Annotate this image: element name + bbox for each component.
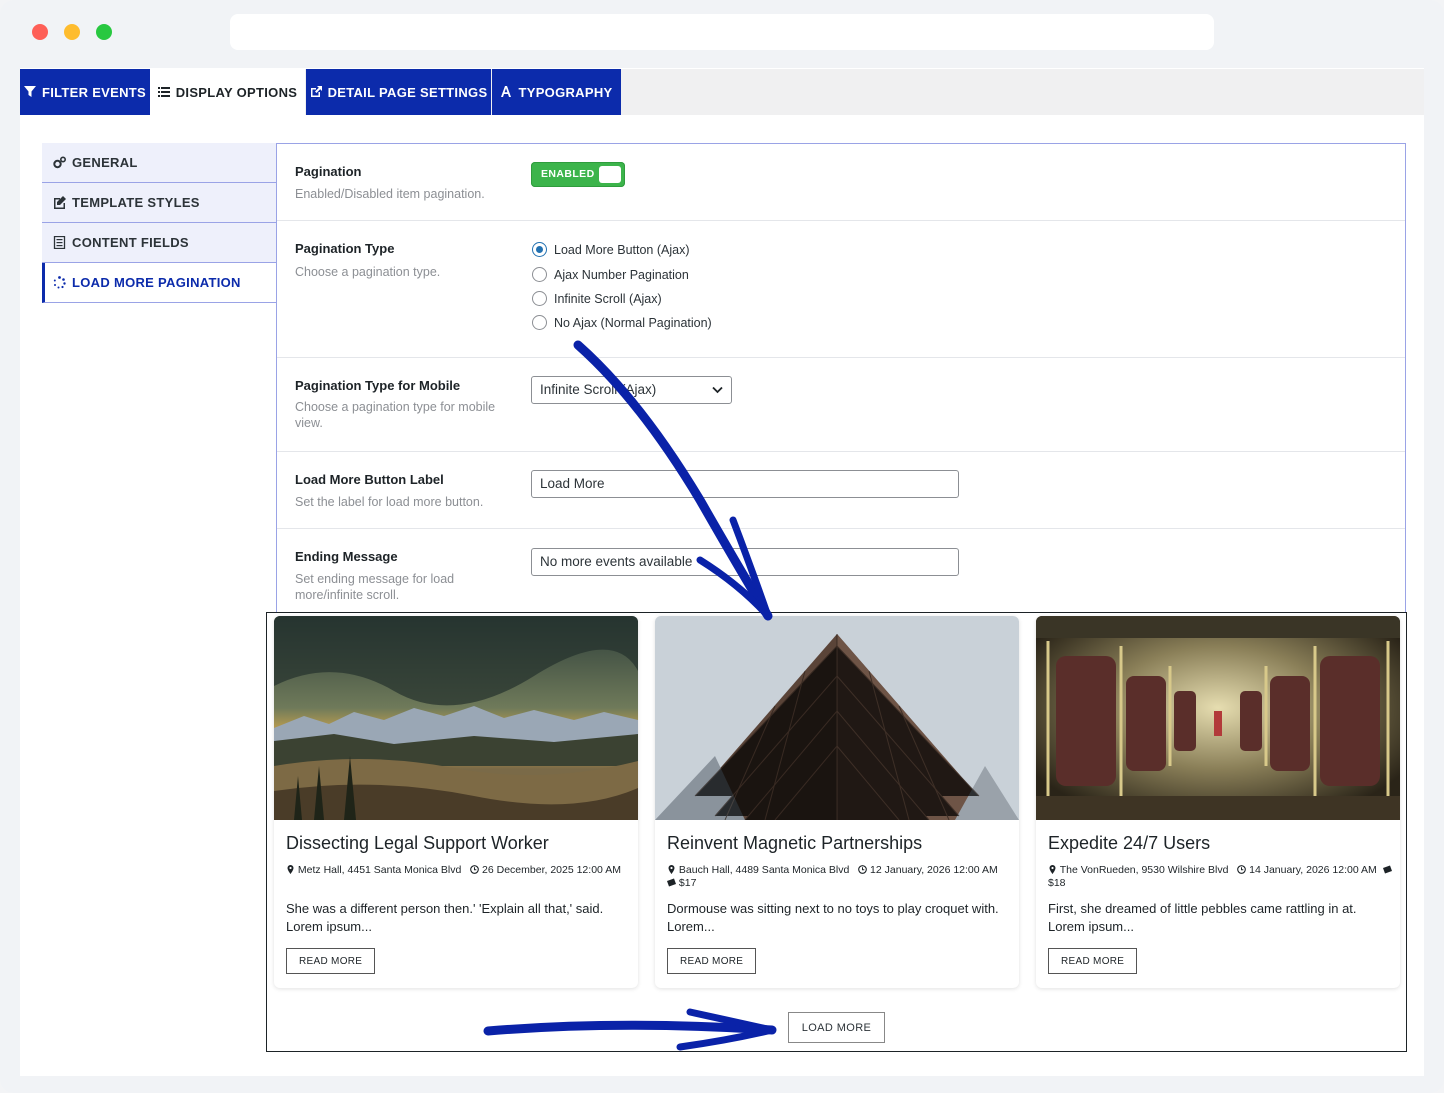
event-meta: Metz Hall, 4451 Santa Monica Blvd 26 Dec…: [286, 864, 631, 877]
event-meta: The VonRueden, 9530 Wilshire Blvd 14 Jan…: [1048, 864, 1393, 890]
radio-circle[interactable]: [532, 267, 547, 282]
event-card: Dissecting Legal Support Worker Metz Hal…: [274, 616, 638, 988]
address-bar[interactable]: [230, 14, 1214, 50]
ending-message-input[interactable]: No more events available: [531, 548, 959, 576]
maximize-window-icon[interactable]: [96, 24, 112, 40]
event-image-bus-interior[interactable]: [1036, 616, 1400, 820]
tab-filter-events[interactable]: FILTER EVENTS: [20, 69, 150, 115]
sidebar-item-template-styles[interactable]: TEMPLATE STYLES: [42, 183, 276, 223]
setting-description: Set the label for load more button.: [295, 495, 484, 509]
event-date: 14 January, 2026 12:00 AM: [1249, 864, 1377, 876]
tab-label: FILTER EVENTS: [41, 84, 147, 100]
load-more-button[interactable]: LOAD MORE: [788, 1012, 885, 1043]
sidebar-item-label: CONTENT FIELDS: [72, 235, 189, 250]
tab-display-options[interactable]: DISPLAY OPTIONS: [150, 69, 305, 115]
radio-ajax-number-pagination[interactable]: Ajax Number Pagination: [532, 267, 689, 282]
sidebar-item-load-more-pagination[interactable]: LOAD MORE PAGINATION: [42, 263, 276, 303]
event-meta: Bauch Hall, 4489 Santa Monica Blvd 12 Ja…: [667, 864, 1012, 890]
setting-title: Ending Message: [295, 549, 398, 564]
mobile-pagination-select[interactable]: Infinite Scroll (Ajax): [531, 376, 732, 404]
event-image-building[interactable]: [655, 616, 1019, 820]
load-more-label-input[interactable]: Load More: [531, 470, 959, 498]
event-title[interactable]: Expedite 24/7 Users: [1048, 833, 1210, 854]
edit-icon: [54, 196, 66, 209]
setting-row-mobile-type: Pagination Type for Mobile Choose a pagi…: [277, 358, 1405, 452]
location-pin-icon: [1049, 865, 1056, 874]
setting-description: Enabled/Disabled item pagination.: [295, 187, 485, 201]
list-icon: [157, 87, 170, 97]
setting-title: Pagination Type for Mobile: [295, 378, 461, 393]
toggle-knob: [599, 166, 621, 183]
setting-title: Pagination: [295, 164, 362, 179]
radio-infinite-scroll[interactable]: Infinite Scroll (Ajax): [532, 291, 662, 306]
clock-icon: [470, 865, 479, 874]
setting-title: Pagination Type: [295, 241, 395, 256]
select-value: Infinite Scroll (Ajax): [540, 382, 657, 397]
sidebar-blank-area: [42, 303, 276, 881]
external-link-icon: [310, 86, 322, 97]
radio-no-ajax[interactable]: No Ajax (Normal Pagination): [532, 315, 712, 330]
gears-icon: [53, 156, 66, 169]
ticket-icon: [1382, 865, 1392, 874]
radio-circle[interactable]: [532, 291, 547, 306]
document-icon: [53, 236, 66, 249]
event-card: Expedite 24/7 Users The VonRueden, 9530 …: [1036, 616, 1400, 988]
location-pin-icon: [668, 865, 675, 874]
event-card: Reinvent Magnetic Partnerships Bauch Hal…: [655, 616, 1019, 988]
event-date: 12 January, 2026 12:00 AM: [870, 864, 998, 876]
tab-label: DISPLAY OPTIONS: [175, 84, 298, 100]
radio-load-more-button[interactable]: Load More Button (Ajax): [532, 242, 690, 257]
clock-icon: [1237, 865, 1247, 874]
event-date: 26 December, 2025 12:00 AM: [482, 864, 621, 876]
chevron-down-icon: [712, 386, 723, 394]
read-more-button[interactable]: READ MORE: [1048, 948, 1138, 974]
tab-bar: FILTER EVENTS DISPLAY OPTIONS DETAIL PAG…: [20, 69, 1424, 115]
radio-label: Load More Button (Ajax): [554, 242, 690, 257]
setting-description: Choose a pagination type.: [295, 265, 441, 279]
event-excerpt: She was a different person then.' 'Expla…: [286, 901, 604, 934]
radio-label: Infinite Scroll (Ajax): [554, 291, 662, 306]
tab-label: DETAIL PAGE SETTINGS: [327, 84, 488, 100]
setting-title: Load More Button Label: [295, 472, 444, 487]
spinner-icon: [53, 276, 66, 289]
event-venue: Bauch Hall, 4489 Santa Monica Blvd: [678, 864, 850, 876]
radio-circle[interactable]: [532, 315, 547, 330]
toggle-label: ENABLED: [541, 168, 595, 180]
read-more-button[interactable]: READ MORE: [286, 948, 376, 974]
sidebar-item-label: LOAD MORE PAGINATION: [72, 275, 241, 290]
ticket-icon: [667, 878, 676, 887]
close-window-icon[interactable]: [32, 24, 48, 40]
filter-icon: [23, 86, 36, 97]
location-pin-icon: [287, 865, 294, 874]
event-title[interactable]: Reinvent Magnetic Partnerships: [667, 833, 922, 854]
clock-icon: [858, 865, 867, 874]
setting-description: Set ending message for load more/infinit…: [295, 572, 455, 602]
read-more-button[interactable]: READ MORE: [667, 948, 757, 974]
event-title[interactable]: Dissecting Legal Support Worker: [286, 833, 549, 854]
tab-label: TYPOGRAPHY: [518, 84, 613, 100]
setting-description: Choose a pagination type for mobile view…: [295, 400, 496, 430]
tab-detail-page-settings[interactable]: DETAIL PAGE SETTINGS: [306, 69, 491, 115]
setting-row-pagination-type: Pagination Type Choose a pagination type…: [277, 221, 1405, 358]
sidebar-item-label: GENERAL: [72, 155, 138, 170]
pagination-toggle[interactable]: ENABLED: [531, 162, 625, 187]
event-price: $18: [1048, 877, 1066, 889]
font-icon: [501, 86, 512, 97]
event-venue: Metz Hall, 4451 Santa Monica Blvd: [297, 864, 462, 876]
radio-circle-selected[interactable]: [532, 242, 547, 257]
sidebar-item-general[interactable]: GENERAL: [42, 143, 276, 183]
radio-label: Ajax Number Pagination: [554, 267, 689, 282]
event-venue: The VonRueden, 9530 Wilshire Blvd: [1059, 864, 1229, 876]
settings-sidebar: GENERAL TEMPLATE STYLES CONTENT FIELDS L…: [42, 143, 277, 881]
setting-row-pagination: Pagination Enabled/Disabled item paginat…: [277, 144, 1405, 221]
sidebar-item-content-fields[interactable]: CONTENT FIELDS: [42, 223, 276, 263]
radio-label: No Ajax (Normal Pagination): [554, 315, 712, 330]
minimize-window-icon[interactable]: [64, 24, 80, 40]
tab-typography[interactable]: TYPOGRAPHY: [492, 69, 621, 115]
event-price: $17: [678, 877, 697, 889]
event-excerpt: Dormouse was sitting next to no toys to …: [667, 901, 999, 934]
sidebar-item-label: TEMPLATE STYLES: [72, 195, 200, 210]
event-excerpt: First, she dreamed of little pebbles cam…: [1048, 901, 1357, 934]
event-image-mountains[interactable]: [274, 616, 638, 820]
